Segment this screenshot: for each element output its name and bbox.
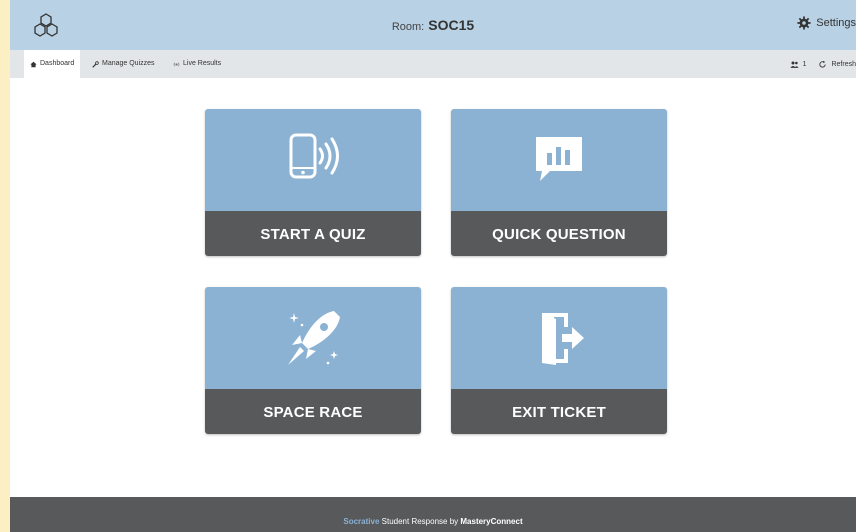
tile-icon-area [205, 109, 421, 211]
footer-text: Student Response by [381, 517, 459, 526]
room-name: SOC15 [428, 17, 475, 33]
tile-label: START A QUIZ [205, 211, 421, 256]
footer-brand-link[interactable]: Socrative [343, 517, 379, 526]
exit-ticket-tile[interactable]: EXIT TICKET [451, 287, 667, 434]
student-count: 1 [789, 60, 807, 69]
tile-icon-area [205, 287, 421, 389]
footer-company-link[interactable]: MasteryConnect [460, 517, 522, 526]
top-bar: Room: SOC15 Settings [10, 0, 856, 50]
quick-question-tile[interactable]: QUICK QUESTION [451, 109, 667, 256]
settings-label: Settings [816, 17, 856, 29]
chart-bubble-icon [536, 137, 582, 181]
tile-icon-area [451, 287, 667, 389]
nav-right: 1 Refresh [789, 50, 856, 78]
footer: Socrative Student Response by MasteryCon… [10, 497, 856, 532]
refresh-button[interactable]: Refresh [818, 60, 856, 69]
wrench-icon [92, 60, 99, 68]
tab-label: Manage Quizzes [102, 60, 155, 67]
tile-label: EXIT TICKET [451, 389, 667, 434]
refresh-label: Refresh [831, 60, 856, 68]
tile-icon-area [451, 109, 667, 211]
student-count-value: 1 [802, 60, 807, 68]
live-icon [173, 62, 180, 66]
users-icon [789, 61, 799, 68]
tab-dashboard[interactable]: Dashboard [24, 50, 81, 78]
start-quiz-tile[interactable]: START A QUIZ [205, 109, 421, 256]
refresh-icon [819, 60, 827, 68]
tab-live-results[interactable]: Live Results [167, 50, 227, 78]
nav-bar: Dashboard Manage Quizzes Live Results 1 … [10, 50, 856, 78]
room-indicator: Room: SOC15 [10, 17, 856, 33]
tab-manage-quizzes[interactable]: Manage Quizzes [86, 50, 161, 78]
tab-label: Live Results [183, 60, 222, 67]
door-exit-icon [542, 313, 584, 365]
tab-label: Dashboard [40, 60, 75, 67]
app-window: Room: SOC15 Settings Dashboard Manage Qu… [10, 0, 856, 532]
tile-label: SPACE RACE [205, 389, 421, 434]
phone-broadcast-icon [289, 133, 339, 179]
home-icon [30, 61, 37, 67]
settings-button[interactable]: Settings [797, 16, 856, 30]
tile-label: QUICK QUESTION [451, 211, 667, 256]
rocket-icon [288, 311, 340, 365]
room-label: Room: [391, 21, 425, 33]
gear-icon [797, 16, 811, 30]
space-race-tile[interactable]: SPACE RACE [205, 287, 421, 434]
